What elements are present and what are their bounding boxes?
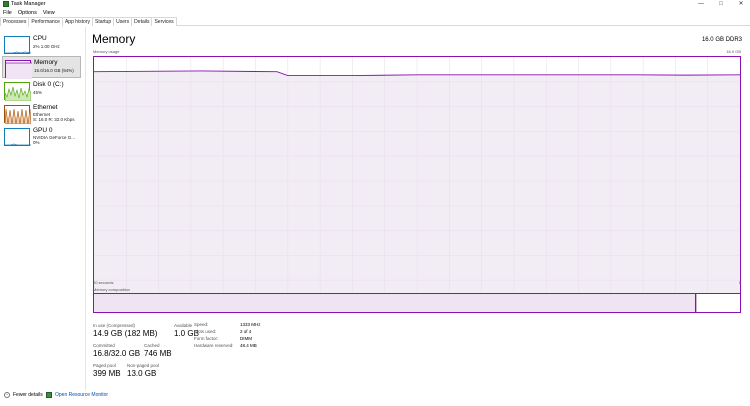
tab-performance[interactable]: Performance [28, 17, 63, 27]
graph-label: Memory usage [93, 49, 120, 54]
maximize-button[interactable]: □ [714, 0, 728, 9]
tab-app-history[interactable]: App history [61, 17, 93, 26]
minimize-button[interactable]: — [694, 0, 708, 9]
committed-value: 16.8/32.0 GB [93, 349, 141, 358]
cpu-thumbnail-graph [4, 36, 31, 54]
menu-view[interactable]: View [43, 10, 55, 16]
sidebar-sub-disk: 45% [33, 90, 43, 95]
slots-value: 2 of 4 [240, 329, 252, 334]
composition-label: Memory composition [93, 287, 130, 292]
sidebar-item-disk[interactable]: Disk 0 (C:) 45% [2, 79, 81, 101]
speed-value: 1333 MHz [240, 322, 261, 327]
graph-max-label: 16.0 GB [726, 49, 741, 54]
tab-startup[interactable]: Startup [91, 17, 115, 26]
gpu-thumbnail-graph [4, 128, 31, 146]
tab-details[interactable]: Details [131, 17, 153, 26]
tab-strip: Processes Performance App history Startu… [0, 17, 750, 27]
in-use-value: 14.9 GB (182 MB) [93, 329, 158, 338]
performance-detail-panel: Memory 16.0 GB DDR3 Memory usage 16.0 GB… [86, 27, 750, 390]
cached-value: 746 MB [144, 349, 172, 358]
sidebar-label-cpu: CPU [33, 35, 47, 42]
hardware-reserved-value: 48.4 MB [240, 343, 257, 348]
memory-usage-graph [93, 56, 741, 306]
window-title: Task Manager [11, 1, 46, 7]
title-bar: Task Manager — □ ✕ [0, 0, 750, 9]
composition-in-use [94, 294, 695, 312]
memory-composition-bar [93, 293, 741, 313]
resource-monitor-icon [46, 392, 52, 398]
menu-options[interactable]: Options [18, 10, 37, 16]
nonpaged-pool-value: 13.0 GB [127, 369, 157, 378]
close-button[interactable]: ✕ [734, 0, 748, 9]
sidebar-label-disk: Disk 0 (C:) [33, 81, 64, 88]
footer-bar: ^ Fewer details Open Resource Monitor [0, 390, 750, 406]
sidebar-sub-cpu: 2% 1.00 GHz [33, 44, 60, 49]
open-resource-monitor-link[interactable]: Open Resource Monitor [55, 391, 108, 399]
time-axis-left: 60 seconds [93, 280, 114, 285]
tab-processes[interactable]: Processes [0, 17, 30, 26]
tab-services[interactable]: Services [151, 17, 177, 26]
sidebar-sub2-gpu: 0% [33, 140, 40, 145]
memory-usage-chart [94, 57, 740, 305]
sidebar-item-gpu[interactable]: GPU 0 NVIDIA GeForce G... 0% [2, 125, 81, 147]
fewer-details-button[interactable]: Fewer details [13, 391, 43, 399]
form-factor-value: DIMM [240, 336, 252, 341]
resource-sidebar: CPU 2% 1.00 GHz Memory 15.0/16.0 GB (94%… [0, 27, 86, 390]
tab-users[interactable]: Users [113, 17, 133, 26]
menu-file[interactable]: File [3, 10, 12, 16]
speed-label: Speed: [194, 322, 209, 327]
time-axis-right: 0 [738, 280, 741, 285]
composition-standby [696, 294, 726, 312]
sidebar-label-memory: Memory [34, 59, 58, 66]
sidebar-sub2-ethernet: S: 16.0 R: 32.0 Kbps [33, 117, 75, 122]
slots-label: Slots used: [194, 329, 217, 334]
disk-thumbnail-graph [4, 82, 31, 101]
memory-capacity: 16.0 GB DDR3 [701, 37, 742, 43]
page-title: Memory [92, 32, 136, 46]
chevron-up-icon[interactable]: ^ [4, 392, 10, 398]
sidebar-item-memory[interactable]: Memory 15.0/16.0 GB (94%) [2, 56, 81, 79]
sidebar-label-gpu: GPU 0 [33, 127, 53, 134]
ethernet-thumbnail-graph [4, 105, 31, 124]
sidebar-item-ethernet[interactable]: Ethernet Ethernet S: 16.0 R: 32.0 Kbps [2, 102, 81, 124]
menu-bar: File Options View [0, 9, 750, 17]
memory-thumbnail-graph [5, 60, 32, 79]
sidebar-sub-memory: 15.0/16.0 GB (94%) [34, 68, 74, 73]
paged-pool-value: 399 MB [93, 369, 121, 378]
sidebar-item-cpu[interactable]: CPU 2% 1.00 GHz [2, 33, 81, 55]
sidebar-label-ethernet: Ethernet [33, 104, 58, 111]
hardware-reserved-label: Hardware reserved: [194, 343, 234, 348]
task-manager-icon [3, 1, 9, 7]
form-factor-label: Form factor: [194, 336, 219, 341]
